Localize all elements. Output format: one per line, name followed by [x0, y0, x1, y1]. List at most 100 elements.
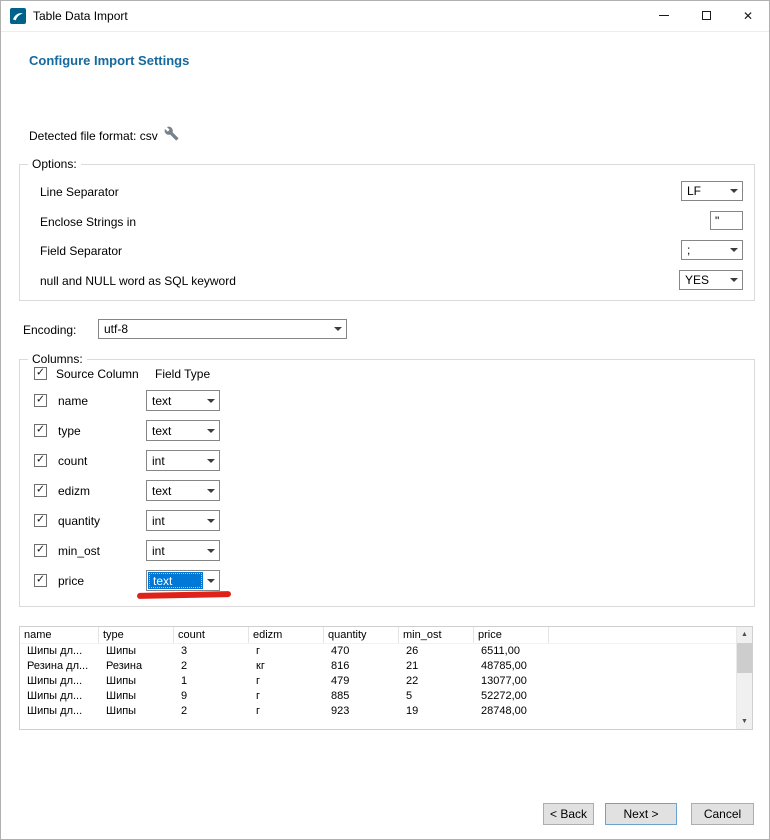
enclose-strings-input[interactable]: ": [710, 211, 743, 230]
minimize-button[interactable]: [643, 1, 685, 30]
table-row[interactable]: Шипы дл...Шипы1г4792213077,00: [20, 674, 736, 689]
check-icon: ✓: [35, 395, 46, 406]
minimize-icon: [659, 15, 669, 16]
vertical-scrollbar[interactable]: ▲ ▼: [736, 627, 752, 729]
encoding-value: utf-8: [99, 320, 330, 338]
chevron-down-icon: [203, 571, 219, 590]
options-legend: Options:: [28, 157, 81, 171]
detected-format-label: Detected file format: csv: [29, 129, 158, 143]
field-type-combo-count[interactable]: int: [146, 450, 220, 471]
back-button[interactable]: < Back: [543, 803, 594, 825]
wrench-icon[interactable]: [164, 126, 179, 141]
field-type-combo-name[interactable]: text: [146, 390, 220, 411]
encoding-label: Encoding:: [23, 323, 76, 337]
checkbox-column-count[interactable]: ✓: [34, 454, 47, 467]
cell: Шипы дл...: [20, 704, 99, 719]
field-type-header: Field Type: [155, 367, 210, 381]
check-icon: ✓: [35, 575, 46, 586]
preview-header-min-ost[interactable]: min_ost: [399, 627, 474, 643]
field-type-combo-type[interactable]: text: [146, 420, 220, 441]
maximize-button[interactable]: [685, 1, 727, 30]
field-type-combo-quantity[interactable]: int: [146, 510, 220, 531]
cell: 26: [399, 644, 474, 659]
scroll-down-icon[interactable]: ▼: [737, 714, 752, 729]
checkbox-column-edizm[interactable]: ✓: [34, 484, 47, 497]
field-type-value-min-ost: int: [147, 541, 203, 560]
cell: 9: [174, 689, 249, 704]
encoding-combo[interactable]: utf-8: [98, 319, 347, 339]
check-icon: ✓: [35, 368, 46, 379]
checkbox-column-min-ost[interactable]: ✓: [34, 544, 47, 557]
column-label-edizm: edizm: [58, 484, 90, 498]
cell: 885: [324, 689, 399, 704]
chevron-down-icon: [203, 541, 219, 560]
line-separator-combo[interactable]: LF: [681, 181, 743, 201]
table-row[interactable]: Резина дл...Резина2кг8162148785,00: [20, 659, 736, 674]
cell: 13077,00: [474, 674, 549, 689]
chevron-down-icon: [726, 271, 742, 289]
scrollbar-thumb[interactable]: [737, 643, 752, 673]
cancel-button[interactable]: Cancel: [691, 803, 754, 825]
field-type-combo-edizm[interactable]: text: [146, 480, 220, 501]
cell: 52272,00: [474, 689, 549, 704]
line-separator-value: LF: [682, 182, 726, 200]
preview-header-price[interactable]: price: [474, 627, 549, 643]
cell: 28748,00: [474, 704, 549, 719]
cell: Резина дл...: [20, 659, 99, 674]
column-label-price: price: [58, 574, 84, 588]
chevron-down-icon: [726, 241, 742, 259]
table-row[interactable]: Шипы дл...Шипы3г470266511,00: [20, 644, 736, 659]
scroll-up-icon[interactable]: ▲: [737, 627, 752, 642]
cell: Шипы: [99, 644, 174, 659]
cell: 48785,00: [474, 659, 549, 674]
cell: 470: [324, 644, 399, 659]
preview-header-count[interactable]: count: [174, 627, 249, 643]
options-group: Options: Line Separator LF Enclose Strin…: [19, 164, 755, 301]
select-all-columns-checkbox[interactable]: ✓: [34, 367, 47, 380]
columns-legend: Columns:: [28, 352, 87, 366]
table-row[interactable]: Шипы дл...Шипы2г9231928748,00: [20, 704, 736, 719]
chevron-down-icon: [330, 320, 346, 338]
table-row[interactable]: Шипы дл...Шипы9г885552272,00: [20, 689, 736, 704]
checkbox-column-type[interactable]: ✓: [34, 424, 47, 437]
cell: Шипы: [99, 704, 174, 719]
chevron-down-icon: [203, 391, 219, 410]
source-column-header: Source Column: [56, 367, 139, 381]
cell: 2: [174, 659, 249, 674]
field-type-combo-price[interactable]: text: [146, 570, 220, 591]
preview-header-type[interactable]: type: [99, 627, 174, 643]
cell: г: [249, 689, 324, 704]
cell: Шипы дл...: [20, 689, 99, 704]
cell: 19: [399, 704, 474, 719]
maximize-icon: [702, 11, 711, 20]
close-button[interactable]: ✕: [727, 1, 769, 30]
checkbox-column-name[interactable]: ✓: [34, 394, 47, 407]
cell: 5: [399, 689, 474, 704]
next-button[interactable]: Next >: [605, 803, 677, 825]
table-data-import-window: Table Data Import ✕ Configure Import Set…: [0, 0, 770, 840]
checkbox-column-quantity[interactable]: ✓: [34, 514, 47, 527]
chevron-down-icon: [726, 182, 742, 200]
cell: 923: [324, 704, 399, 719]
column-label-type: type: [58, 424, 81, 438]
checkbox-column-price[interactable]: ✓: [34, 574, 47, 587]
cell: 2: [174, 704, 249, 719]
check-icon: ✓: [35, 515, 46, 526]
cell: кг: [249, 659, 324, 674]
cell: Шипы: [99, 689, 174, 704]
field-type-combo-min-ost[interactable]: int: [146, 540, 220, 561]
field-separator-combo[interactable]: ;: [681, 240, 743, 260]
preview-header-quantity[interactable]: quantity: [324, 627, 399, 643]
cell: Шипы: [99, 674, 174, 689]
chevron-down-icon: [203, 481, 219, 500]
page-title: Configure Import Settings: [29, 53, 189, 68]
null-keyword-combo[interactable]: YES: [679, 270, 743, 290]
cell: 22: [399, 674, 474, 689]
mysql-workbench-icon: [10, 8, 26, 24]
preview-table: name type count edizm quantity min_ost p…: [19, 626, 753, 730]
preview-header-name[interactable]: name: [20, 627, 99, 643]
field-type-value-count: int: [147, 451, 203, 470]
close-icon: ✕: [743, 9, 753, 23]
null-keyword-value: YES: [680, 271, 726, 289]
preview-header-edizm[interactable]: edizm: [249, 627, 324, 643]
